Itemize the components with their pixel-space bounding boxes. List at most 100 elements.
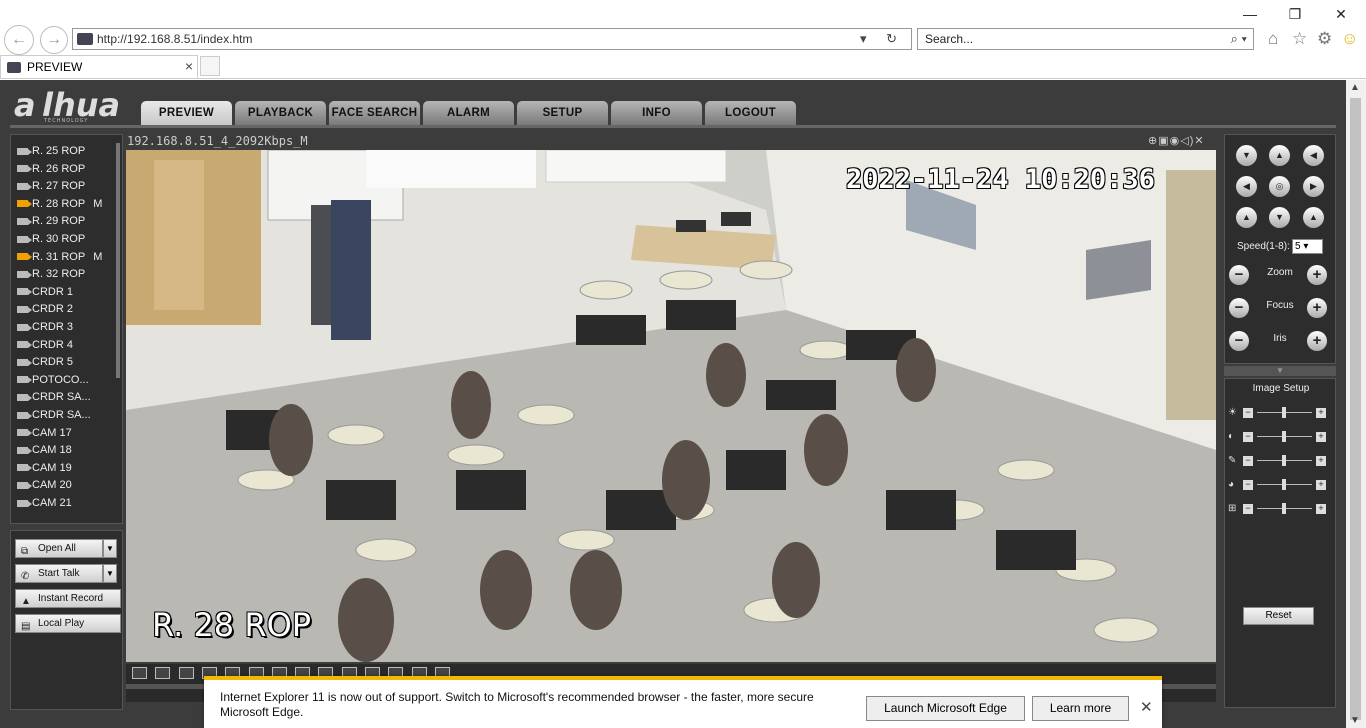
ptz-down-right-icon[interactable]: ▲	[1303, 207, 1324, 228]
menu-tab-alarm[interactable]: ALARM	[423, 101, 514, 125]
channel-item[interactable]: R. 29 ROP	[17, 213, 85, 230]
scroll-thumb[interactable]	[1350, 98, 1361, 720]
ptz-center-icon[interactable]: ◎	[1269, 176, 1290, 197]
channel-item[interactable]: CAM 20	[17, 477, 72, 494]
live-video-feed[interactable]: 2022-11-24 10:20:36 R. 28 ROP	[126, 150, 1216, 662]
camera-icon	[17, 341, 32, 349]
page-scrollbar[interactable]: ▲ ▼	[1346, 80, 1366, 728]
close-video-icon[interactable]: ✕	[1194, 135, 1204, 147]
gear-icon[interactable]: ⚙	[1317, 29, 1332, 49]
brightness-slider[interactable]: ☀ − +	[1228, 407, 1332, 419]
favorites-star-icon[interactable]: ☆	[1292, 29, 1307, 49]
speed-select[interactable]: 5 ▾	[1292, 239, 1323, 254]
channel-item[interactable]: R. 26 ROP	[17, 161, 85, 178]
channel-item[interactable]: CRDR SA...	[17, 407, 91, 424]
channel-item[interactable]: CRDR 2	[17, 301, 73, 318]
channel-item[interactable]: R. 25 ROP	[17, 143, 85, 160]
hue-slider[interactable]: ◕ − +	[1228, 479, 1332, 491]
ptz-panel: ▼ ▲ ◀ ◀ ◎ ▶ ▲ ▼ ▲ Speed(1-8): 5 ▾ − Zoom…	[1224, 134, 1336, 364]
refresh-icon[interactable]: ▾ ↻	[860, 31, 905, 47]
camera-icon	[17, 429, 32, 437]
zoom-icon[interactable]: ⊕	[1148, 135, 1158, 147]
menu-tab-setup[interactable]: SETUP	[517, 101, 608, 125]
menu-tab-preview[interactable]: PREVIEW	[141, 101, 232, 125]
menu-tab-logout[interactable]: LOGOUT	[705, 101, 796, 125]
zoom-label: Zoom	[1267, 267, 1293, 278]
iris-plus-button[interactable]: +	[1307, 331, 1327, 351]
ptz-up-left-icon[interactable]: ▼	[1236, 145, 1257, 166]
scroll-up-icon[interactable]: ▲	[1350, 82, 1360, 93]
focus-minus-button[interactable]: −	[1229, 298, 1249, 318]
channel-list-scrollbar[interactable]	[116, 143, 120, 378]
ptz-down-left-icon[interactable]: ▲	[1236, 207, 1257, 228]
channel-item[interactable]: CAM 17	[17, 425, 72, 442]
start-talk-dropdown[interactable]: ▼	[103, 564, 117, 583]
zoom-minus-button[interactable]: −	[1229, 265, 1249, 285]
search-input[interactable]: Search...	[925, 32, 973, 46]
open-all-dropdown[interactable]: ▼	[103, 539, 117, 558]
address-bar[interactable]: http://192.168.8.51/index.htm ▾ ↻	[72, 28, 912, 50]
channel-item[interactable]: CRDR SA...	[17, 389, 91, 406]
ptz-up-icon[interactable]: ▲	[1269, 145, 1290, 166]
menu-tab-face-search[interactable]: FACE SEARCH	[329, 101, 420, 125]
channel-item[interactable]: CAM 21	[17, 495, 72, 512]
channel-item[interactable]: R. 28 ROP M	[17, 196, 102, 213]
instant-record-button[interactable]: ▲ Instant Record	[15, 589, 121, 608]
camera-icon	[17, 217, 32, 225]
layout-grid-icon[interactable]	[132, 667, 147, 679]
open-all-button[interactable]: ⧉ Open All	[15, 539, 103, 558]
channel-item[interactable]: CRDR 4	[17, 337, 73, 354]
ptz-right-icon[interactable]: ▶	[1303, 176, 1324, 197]
layout-grid-icon[interactable]	[155, 667, 171, 679]
search-icon[interactable]: ⌕ ▾	[1231, 31, 1247, 47]
classroom-scene-image	[126, 150, 1216, 662]
camera-icon	[17, 235, 32, 243]
record-icon[interactable]: ◉	[1170, 135, 1181, 147]
back-icon[interactable]: ←	[4, 25, 34, 55]
browser-tab[interactable]: PREVIEW ×	[0, 55, 198, 79]
channel-item[interactable]: CRDR 5	[17, 354, 73, 371]
gain-slider[interactable]: ⊞ − +	[1228, 503, 1332, 515]
focus-plus-button[interactable]: +	[1307, 298, 1327, 318]
tab-close-icon[interactable]: ×	[185, 58, 193, 74]
menu-tab-info[interactable]: INFO	[611, 101, 702, 125]
iris-minus-button[interactable]: −	[1229, 331, 1249, 351]
channel-item[interactable]: CAM 18	[17, 442, 72, 459]
channel-item[interactable]: CAM 19	[17, 460, 72, 477]
start-talk-button[interactable]: ✆ Start Talk	[15, 564, 103, 583]
layout-grid-icon[interactable]	[178, 667, 194, 679]
contrast-slider[interactable]: ◐ − +	[1228, 431, 1332, 443]
smiley-feedback-icon[interactable]: ☺	[1341, 29, 1358, 49]
channel-item[interactable]: POTOCO...	[17, 372, 89, 389]
channel-label: CAM 18	[32, 444, 72, 457]
notice-close-icon[interactable]: ✕	[1140, 698, 1153, 716]
tab-title: PREVIEW	[27, 60, 83, 74]
ptz-up-right-icon[interactable]: ◀	[1303, 145, 1324, 166]
launch-edge-button[interactable]: Launch Microsoft Edge	[866, 696, 1025, 721]
menu-tab-playback[interactable]: PLAYBACK	[235, 101, 326, 125]
scroll-down-icon[interactable]: ▼	[1350, 715, 1360, 726]
zoom-plus-button[interactable]: +	[1307, 265, 1327, 285]
ptz-down-icon[interactable]: ▼	[1269, 207, 1290, 228]
minimize-button[interactable]: —	[1239, 4, 1261, 24]
restore-button[interactable]: ❐	[1284, 4, 1306, 24]
learn-more-button[interactable]: Learn more	[1032, 696, 1129, 721]
ptz-left-icon[interactable]: ◀	[1236, 176, 1257, 197]
channel-item[interactable]: R. 31 ROP M	[17, 249, 102, 266]
search-box[interactable]: Search... ⌕ ▾	[917, 28, 1254, 50]
ptz-collapse-icon[interactable]: ▼	[1224, 366, 1336, 376]
audio-icon[interactable]: ◁)	[1180, 135, 1194, 147]
home-icon[interactable]: ⌂	[1268, 29, 1278, 49]
channel-item[interactable]: R. 27 ROP	[17, 178, 85, 195]
reset-button[interactable]: Reset	[1243, 607, 1314, 625]
channel-item[interactable]: R. 32 ROP	[17, 266, 85, 283]
new-tab-button[interactable]	[200, 56, 220, 76]
forward-icon[interactable]: →	[40, 26, 68, 54]
channel-item[interactable]: R. 30 ROP	[17, 231, 85, 248]
saturation-slider[interactable]: ✎ − +	[1228, 455, 1332, 467]
channel-item[interactable]: CRDR 1	[17, 284, 73, 301]
close-window-button[interactable]: ✕	[1330, 4, 1352, 24]
snapshot-icon[interactable]: ▣	[1158, 135, 1169, 147]
channel-item[interactable]: CRDR 3	[17, 319, 73, 336]
local-play-button[interactable]: ▤ Local Play	[15, 614, 121, 633]
